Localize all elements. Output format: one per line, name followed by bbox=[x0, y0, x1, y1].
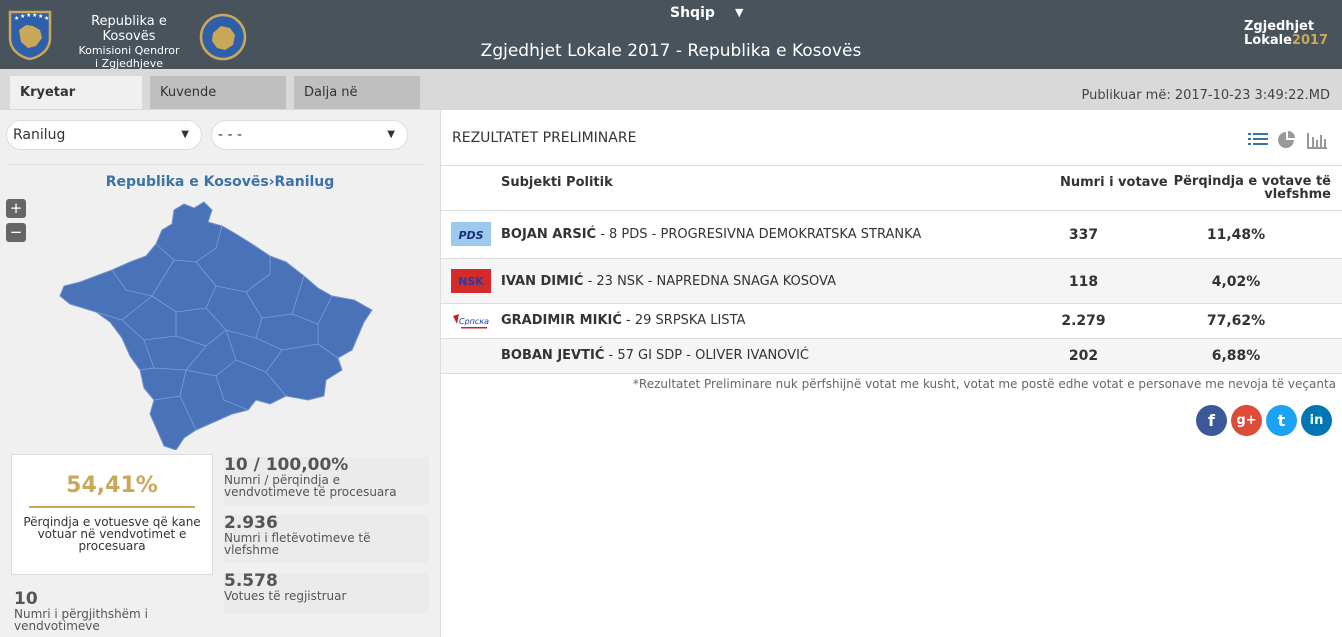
svg-text:★: ★ bbox=[20, 13, 25, 20]
table-row[interactable]: NSK IVAN DIMIĆ - 23 NSK - NAPREDNA SNAGA… bbox=[441, 259, 1342, 304]
srpska-lista-logo-icon: Српска bbox=[451, 310, 491, 334]
candidate-name: BOJAN ARSIĆ - 8 PDS - PROGRESIVNA DEMOKR… bbox=[501, 227, 922, 242]
elections-2017-logo: Zgjedhjet Lokale2017 bbox=[1244, 19, 1328, 48]
stat-value: 2.936 bbox=[224, 513, 278, 533]
turnout-percent: 54,41% bbox=[66, 473, 158, 498]
table-row[interactable]: BOBAN JEVTIĆ - 57 GI SDP - OLIVER IVANOV… bbox=[441, 339, 1342, 374]
stat-valid-ballots: 2.936 Numri i fletëvotimeve të vlefshme bbox=[224, 515, 429, 563]
vote-share: 11,48% bbox=[1206, 227, 1266, 243]
svg-text:★: ★ bbox=[38, 13, 43, 20]
municipality-value: Ranilug bbox=[13, 127, 66, 143]
published-timestamp: Publikuar më: 2017-10-23 3:49:22.MD bbox=[1081, 88, 1330, 103]
vote-share: 77,62% bbox=[1206, 313, 1266, 329]
breadcrumb-root[interactable]: Republika e Kosovës bbox=[106, 174, 269, 190]
stat-total-stations: 10 Numri i përgjithshëm i vendvotimeve bbox=[14, 589, 214, 633]
stat-value: 10 / 100,00% bbox=[224, 455, 349, 475]
breadcrumb: Republika e Kosovës›Ranilug bbox=[0, 174, 440, 190]
turnout-divider bbox=[29, 506, 195, 508]
svg-text:★: ★ bbox=[26, 12, 31, 19]
party-logo-text: PDS bbox=[458, 229, 483, 242]
candidate-name: GRADIMIR MIKIĆ - 29 SRPSKA LISTA bbox=[501, 313, 746, 328]
secondary-value: - - - bbox=[218, 127, 243, 143]
tab-bar: Kryetar Komune Kuvende Komunale Dalja në… bbox=[0, 69, 1342, 133]
stat-value: 5.578 bbox=[224, 571, 278, 591]
votes-count: 202 bbox=[1068, 348, 1099, 364]
results-title: REZULTATET PRELIMINARE bbox=[452, 130, 637, 146]
brand-line1: Zgjedhjet bbox=[1244, 19, 1315, 34]
stat-stations-processed: 10 / 100,00% Numri / përqindja e vendvot… bbox=[224, 457, 429, 505]
brand-line2: Lokale bbox=[1244, 33, 1292, 48]
page-title: Zgjedhjet Lokale 2017 - Republika e Koso… bbox=[480, 41, 862, 61]
candidate-name: BOBAN JEVTIĆ - 57 GI SDP - OLIVER IVANOV… bbox=[501, 348, 809, 363]
col-subject: Subjekti Politik bbox=[501, 175, 613, 190]
list-view-icon[interactable] bbox=[1248, 131, 1268, 149]
zoom-in-button[interactable]: + bbox=[6, 199, 26, 218]
party-logo-text: Српска bbox=[459, 317, 489, 326]
turnout-card: 54,41% Përqindja e votuesve që kane votu… bbox=[11, 454, 213, 575]
secondary-select[interactable]: - - - ▼ bbox=[211, 120, 408, 150]
stat-value: 10 bbox=[14, 589, 38, 609]
svg-text:★: ★ bbox=[32, 12, 37, 19]
org-name: Republika e Kosovës bbox=[91, 14, 167, 44]
kosovo-map[interactable] bbox=[56, 200, 376, 450]
linkedin-share-icon[interactable]: in bbox=[1301, 405, 1332, 436]
vote-share: 6,88% bbox=[1211, 348, 1261, 364]
nsk-party-logo-icon: NSK bbox=[451, 269, 491, 293]
votes-count: 2.279 bbox=[1061, 313, 1106, 329]
chevron-down-icon[interactable]: ▼ bbox=[735, 6, 743, 19]
divider bbox=[7, 164, 425, 165]
svg-text:★: ★ bbox=[44, 15, 49, 22]
municipality-select[interactable]: Ranilug ▼ bbox=[6, 120, 202, 150]
tab-dalja-ne-zgjedhje[interactable]: Dalja në zgjedhje bbox=[294, 76, 420, 133]
results-table-header: Subjekti Politik Numri i votave Përqindj… bbox=[441, 165, 1342, 211]
stat-label: Numri i fletëvotimeve të vlefshme bbox=[224, 531, 371, 557]
facebook-share-icon[interactable]: f bbox=[1196, 405, 1227, 436]
svg-text:★: ★ bbox=[14, 15, 19, 22]
table-row[interactable]: Српска GRADIMIR MIKIĆ - 29 SRPSKA LISTA … bbox=[441, 304, 1342, 339]
results-footnote: *Rezultatet Preliminare nuk përfshijnë v… bbox=[632, 377, 1336, 391]
zoom-out-button[interactable]: − bbox=[6, 223, 26, 242]
table-row[interactable]: PDS BOJAN ARSIĆ - 8 PDS - PROGRESIVNA DE… bbox=[441, 211, 1342, 259]
google-plus-share-icon[interactable]: g+ bbox=[1231, 405, 1262, 436]
tab-kryetar-komune[interactable]: Kryetar Komune bbox=[10, 76, 142, 133]
tab-kuvende-komunale[interactable]: Kuvende Komunale bbox=[150, 76, 286, 133]
pie-chart-icon[interactable] bbox=[1277, 131, 1297, 149]
vote-share: 4,02% bbox=[1211, 274, 1261, 290]
turnout-label: Përqindja e votuesve që kane votuar në v… bbox=[23, 515, 201, 553]
party-logo-text: NSK bbox=[458, 275, 484, 288]
stat-label: Numri / përqindja e vendvotimeve të proc… bbox=[224, 473, 397, 499]
candidate-name: IVAN DIMIĆ - 23 NSK - NAPREDNA SNAGA KOS… bbox=[501, 274, 836, 289]
chevron-down-icon: ▼ bbox=[181, 129, 189, 140]
brand-year: 2017 bbox=[1291, 33, 1329, 48]
results-panel: REZULTATET PRELIMINARE Subjekti Politik … bbox=[440, 110, 1342, 637]
col-share: Përqindja e votave të vlefshme bbox=[1173, 174, 1331, 202]
votes-count: 118 bbox=[1068, 274, 1099, 290]
twitter-share-icon[interactable]: t bbox=[1266, 405, 1297, 436]
votes-count: 337 bbox=[1068, 227, 1099, 243]
stat-label: Numri i përgjithshëm i vendvotimeve bbox=[14, 607, 148, 633]
breadcrumb-current: Ranilug bbox=[274, 174, 335, 190]
left-panel: Ranilug ▼ - - - ▼ Republika e Kosovës›Ra… bbox=[0, 110, 440, 637]
stat-label: Votues të regjistruar bbox=[224, 589, 347, 603]
stat-registered-voters: 5.578 Votues të regjistruar bbox=[224, 573, 429, 613]
col-votes: Numri i votave bbox=[1060, 175, 1168, 190]
pds-party-logo-icon: PDS bbox=[451, 222, 491, 246]
header: ★ ★ ★ ★ ★ ★ Republika e Kosovës Komisioni Qen… bbox=[0, 0, 1342, 70]
map-region-shape[interactable] bbox=[59, 201, 373, 450]
language-selector[interactable]: Shqip bbox=[670, 5, 715, 21]
bar-chart-icon[interactable] bbox=[1307, 131, 1327, 149]
chevron-down-icon: ▼ bbox=[387, 129, 395, 140]
